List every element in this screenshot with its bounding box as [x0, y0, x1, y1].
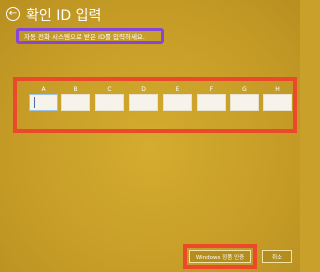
- confirmation-id-group: A B C D E F G H: [13, 77, 297, 133]
- instruction-text: 자동 전화 시스템으로 받은 ID를 입력하세요.: [24, 33, 145, 41]
- id-input-e[interactable]: [163, 94, 192, 111]
- id-cell-d: D: [129, 85, 158, 111]
- id-cell-e: E: [163, 85, 192, 111]
- id-letter-h: H: [275, 86, 280, 93]
- instruction-highlight: 자동 전화 시스템으로 받은 ID를 입력하세요.: [16, 28, 164, 44]
- id-input-b[interactable]: [61, 94, 90, 111]
- id-input-f[interactable]: [197, 94, 226, 111]
- id-cell-a: A: [29, 85, 58, 111]
- id-letter-a: A: [41, 86, 46, 93]
- activation-screen: ← 확인 ID 입력 자동 전화 시스템으로 받은 ID를 입력하세요. A B…: [0, 0, 300, 272]
- id-letter-g: G: [242, 86, 247, 93]
- back-arrow-icon: ←: [8, 8, 18, 19]
- id-input-g[interactable]: [230, 94, 259, 111]
- back-button[interactable]: ←: [6, 7, 20, 21]
- id-cell-h: H: [263, 85, 292, 111]
- id-letter-c: C: [107, 86, 112, 93]
- id-cell-c: C: [95, 85, 124, 111]
- text-caret: [34, 97, 35, 108]
- page-title: 확인 ID 입력: [26, 8, 102, 24]
- id-input-h[interactable]: [263, 94, 292, 111]
- id-input-c[interactable]: [95, 94, 124, 111]
- id-letter-f: F: [209, 86, 214, 93]
- id-cell-g: G: [230, 85, 259, 111]
- id-input-d[interactable]: [129, 94, 158, 111]
- id-letter-d: D: [141, 86, 146, 93]
- id-letter-e: E: [175, 86, 180, 93]
- id-cell-b: B: [61, 85, 90, 111]
- id-letter-b: B: [73, 86, 78, 93]
- id-cell-f: F: [197, 85, 226, 111]
- activate-highlight: Windows 정품 인증: [183, 244, 257, 269]
- activate-windows-button[interactable]: Windows 정품 인증: [189, 250, 251, 263]
- cancel-button[interactable]: 취소: [262, 250, 292, 263]
